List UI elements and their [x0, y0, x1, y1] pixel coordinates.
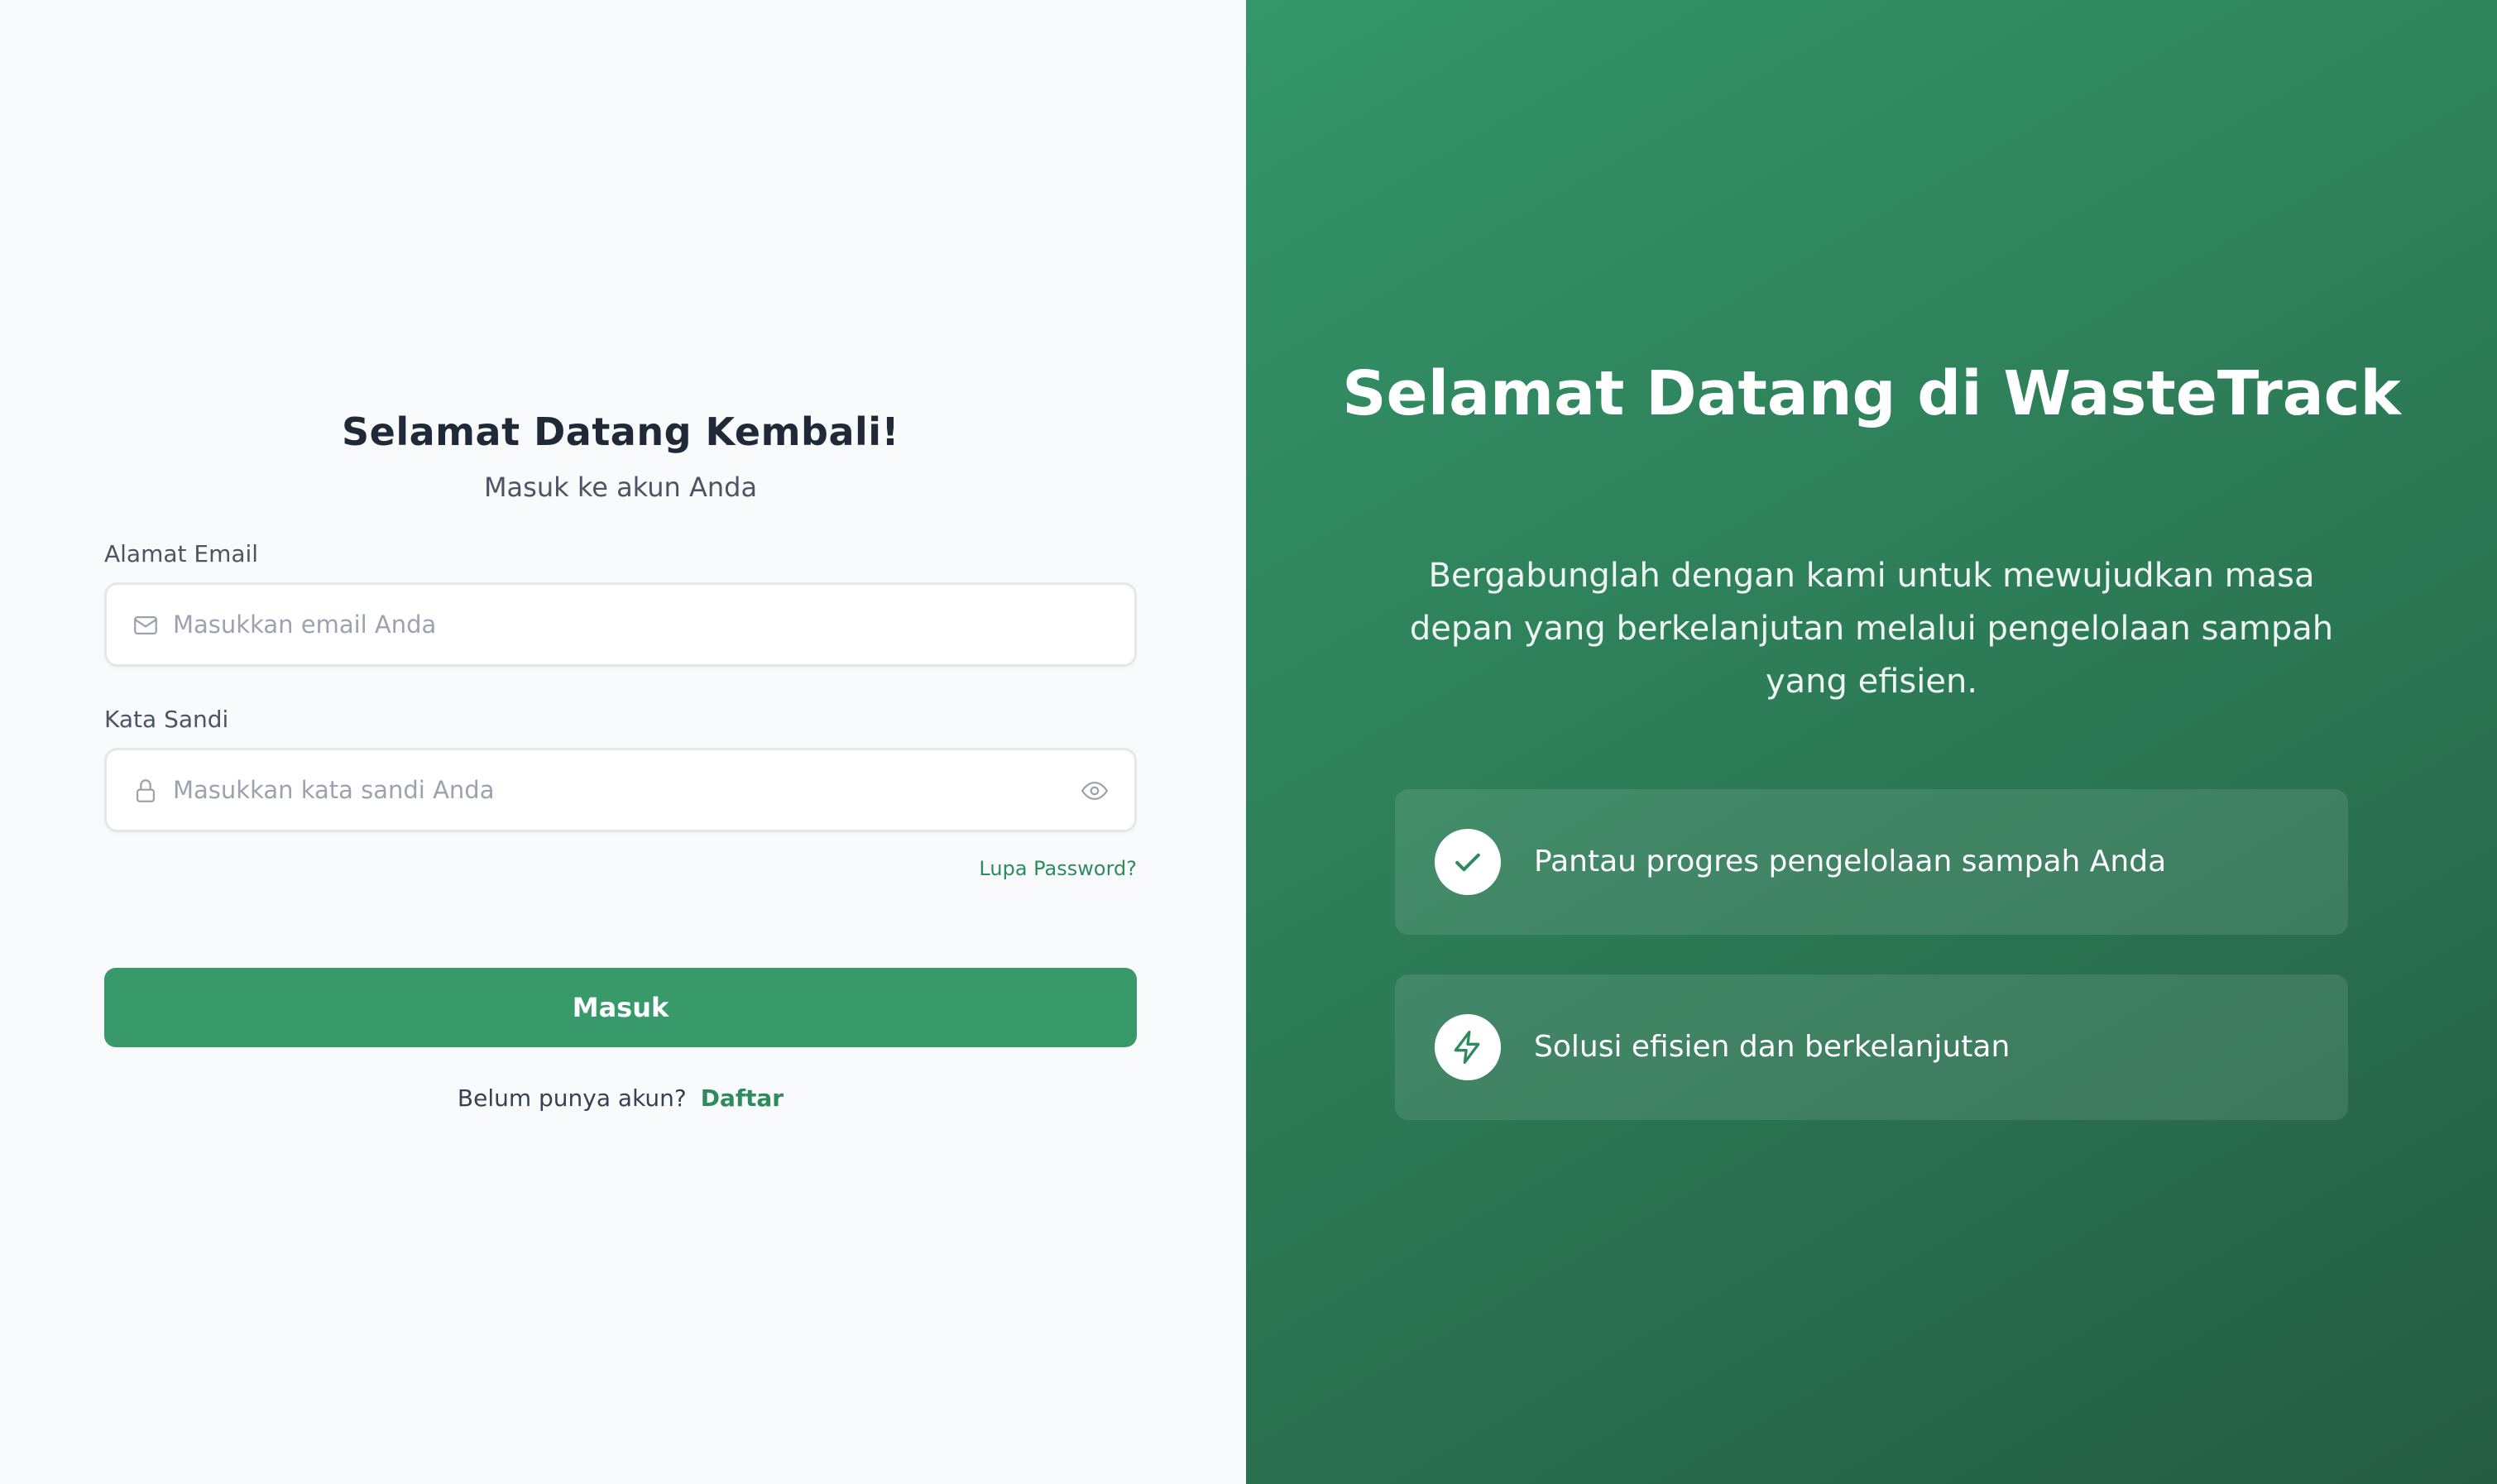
check-icon — [1435, 829, 1501, 895]
feature-card-tracking: Pantau progres pengelolaan sampah Anda — [1395, 789, 2348, 935]
lock-icon — [136, 779, 156, 802]
password-input[interactable] — [173, 750, 1050, 830]
email-input-box — [104, 582, 1137, 667]
welcome-title: Selamat Datang di WasteTrack — [1342, 358, 2401, 429]
lightning-icon — [1435, 1014, 1501, 1080]
login-form: Selamat Datang Kembali! Masuk ke akun An… — [104, 397, 1137, 1115]
feature-card-efficient: Solusi efisien dan berkelanjutan — [1395, 974, 2348, 1120]
register-prompt: Belum punya akun? — [457, 1084, 687, 1112]
forgot-password-link[interactable]: Lupa Password? — [979, 857, 1137, 880]
feature-text: Solusi efisien dan berkelanjutan — [1534, 1030, 2011, 1064]
feature-text: Pantau progres pengelolaan sampah Anda — [1534, 845, 2167, 878]
password-label: Kata Sandi — [104, 706, 229, 733]
welcome-description: Bergabunglah dengan kami untuk mewujudka… — [1409, 557, 2334, 701]
eye-icon[interactable] — [1080, 777, 1110, 805]
password-input-box — [104, 748, 1137, 832]
email-input[interactable] — [173, 585, 1050, 664]
register-row: Belum punya akun? Daftar — [104, 1082, 1137, 1115]
email-label: Alamat Email — [104, 540, 259, 567]
login-subtitle: Masuk ke akun Anda — [483, 472, 758, 503]
forgot-password-row: Lupa Password? — [104, 855, 1137, 882]
mail-icon — [134, 615, 157, 635]
login-title: Selamat Datang Kembali! — [341, 409, 899, 454]
register-link[interactable]: Daftar — [701, 1084, 784, 1112]
login-button[interactable]: Masuk — [104, 968, 1137, 1047]
welcome-panel: Selamat Datang di WasteTrack Bergabungla… — [1246, 0, 2497, 1484]
login-panel: Selamat Datang Kembali! Masuk ke akun An… — [0, 0, 1246, 1484]
